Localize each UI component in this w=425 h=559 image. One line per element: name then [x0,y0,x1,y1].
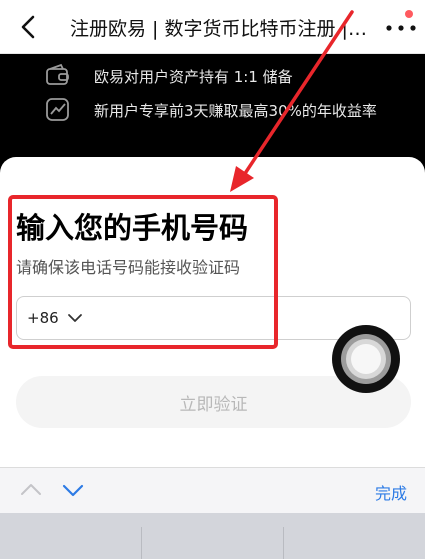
chevron-left-icon[interactable] [14,12,44,42]
page-title: 注册欧易 | 数字货币比特币注册 | 数字货币交易所 … [70,18,370,40]
phone-form-sheet: 输入您的手机号码 请确保该电话号码能接收验证码 +86 立即验证 [0,157,425,467]
chevron-down-icon[interactable] [67,311,83,325]
notification-dot [405,10,413,18]
feature-item: 新用户专享前3天赚取最高30%的年收益率 [0,90,425,130]
feature-banner: 欧易对用户资产持有 1:1 储备 新用户专享前3天赚取最高30%的年收益率 [0,54,425,174]
keyboard-toolbar: 完成 [0,467,425,513]
chevron-up-icon[interactable] [18,478,44,502]
more-horizontal-icon[interactable] [384,22,418,34]
feature-text: 欧易对用户资产持有 1:1 储备 [94,67,293,86]
done-button[interactable]: 完成 [375,480,407,504]
country-code-selector[interactable]: +86 [27,309,59,327]
assistive-touch-button[interactable] [332,325,400,393]
form-heading: 输入您的手机号码 [16,211,249,245]
feature-text: 新用户专享前3天赚取最高30%的年收益率 [94,101,377,120]
assistive-ring [351,344,381,374]
wallet-icon [46,63,69,85]
keyboard [0,513,425,559]
top-bar: 注册欧易 | 数字货币比特币注册 | 数字货币交易所 … [0,0,425,54]
form-subheading: 请确保该电话号码能接收验证码 [16,258,241,277]
growth-chart-icon [46,98,69,121]
key-divider [141,527,142,559]
key-divider [283,527,284,559]
chevron-down-icon[interactable] [60,478,86,502]
